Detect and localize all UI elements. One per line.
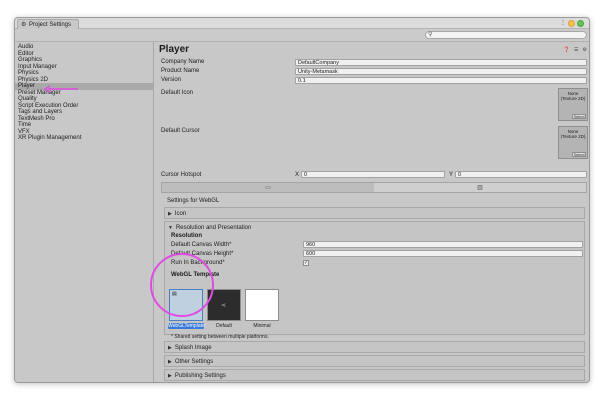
settings-for-webgl: Settings for WebGL — [167, 198, 220, 204]
product-name-label: Product Name — [161, 68, 200, 74]
default-cursor-select-button[interactable]: Select — [572, 152, 586, 157]
default-cursor-slot-text: None (Texture 2D) — [560, 129, 586, 139]
foldout-arrow-icon: ▶ — [168, 210, 172, 217]
resolution-foldout-label: Resolution and Presentation — [175, 224, 252, 231]
publishing-settings-foldout[interactable]: ▶ Publishing Settings — [164, 369, 585, 381]
monitor-icon: ▭ — [265, 185, 271, 191]
foldout-arrow-down-icon: ▼ — [168, 224, 173, 231]
hotspot-y-label: Y — [449, 172, 454, 178]
preset-icon[interactable]: ☰ — [574, 47, 578, 53]
sidebar-item-xr-plugin-management[interactable]: XR Plugin Management — [15, 135, 153, 142]
template-default-thumbnail[interactable]: ⋖ — [207, 289, 241, 321]
default-icon-row: Default Icon — [161, 89, 281, 97]
gear-icon: ⚙ — [21, 21, 27, 28]
product-name-row: Product Name — [161, 67, 281, 75]
default-icon-slot-text: None (Texture 2D) — [560, 91, 586, 101]
search-toolbar: ⚲ — [15, 29, 589, 42]
canvas-width-field[interactable]: 960 — [303, 241, 583, 248]
search-input[interactable] — [432, 32, 583, 38]
hotspot-x-label: X — [295, 172, 300, 178]
settings-sidebar: Audio Editor Graphics Input Manager Phys… — [15, 42, 154, 382]
version-field[interactable]: 0.1 — [295, 77, 587, 84]
player-settings-panel: Player ❓ ☰ ⚙ Company Name DefaultCompany… — [155, 42, 589, 382]
hotspot-x-field[interactable]: 0 — [301, 171, 445, 178]
tab-label: Project Settings — [29, 21, 72, 28]
foldout-arrow-icon: ▶ — [168, 344, 172, 351]
other-settings-foldout[interactable]: ▶ Other Settings — [164, 355, 585, 367]
splash-image-label: Splash Image — [174, 344, 212, 351]
run-in-background-checkbox[interactable]: ✓ — [303, 260, 309, 266]
hotspot-y-field[interactable]: 0 — [455, 171, 587, 178]
version-label: Version — [161, 77, 182, 83]
company-name-row: Company Name — [161, 58, 281, 66]
minimize-button[interactable] — [568, 20, 575, 27]
tab-webgl[interactable]: ▥ — [374, 183, 586, 192]
company-name-field[interactable]: DefaultCompany — [295, 59, 587, 66]
foldout-arrow-icon: ▶ — [168, 372, 172, 379]
icon-foldout-label: Icon — [174, 210, 187, 217]
project-settings-tab[interactable]: ⚙ Project Settings — [17, 19, 79, 29]
title-bar: ⚙ Project Settings ⋮ — [15, 18, 589, 29]
other-settings-label: Other Settings — [174, 358, 214, 365]
webgl-icon: ▥ — [477, 185, 483, 191]
company-name-label: Company Name — [161, 59, 205, 65]
cursor-hotspot-row: Cursor Hotspot — [161, 171, 281, 179]
project-settings-window: ⚙ Project Settings ⋮ ⚲ Audio Editor Grap… — [14, 17, 590, 383]
version-row: Version — [161, 76, 281, 84]
help-icon[interactable]: ❓ — [564, 47, 570, 53]
template-minimal-label[interactable]: Minimal — [244, 323, 280, 329]
default-cursor-label: Default Cursor — [161, 128, 200, 134]
resolution-subheading: Resolution — [171, 233, 202, 239]
template-minimal-thumbnail[interactable] — [245, 289, 279, 321]
run-in-background-label: Run In Background* — [171, 260, 225, 266]
default-cursor-row: Default Cursor — [161, 127, 281, 135]
page-title: Player — [159, 44, 190, 55]
canvas-width-label: Default Canvas Width* — [171, 242, 232, 248]
maximize-button[interactable] — [577, 20, 584, 27]
default-icon-label: Default Icon — [161, 90, 194, 96]
splash-image-foldout[interactable]: ▶ Splash Image — [164, 341, 585, 353]
header-icons: ❓ ☰ ⚙ — [564, 47, 587, 53]
template-file-icon: ▤ — [172, 291, 177, 297]
webgl-template-label: WebGL Template — [171, 272, 220, 278]
publishing-settings-label: Publishing Settings — [174, 372, 226, 379]
product-name-field[interactable]: Unity-Metamask — [295, 68, 587, 75]
canvas-height-label: Default Canvas Height* — [171, 251, 234, 257]
template-webgltemplate-label[interactable]: WebGLTemplate — [168, 323, 205, 329]
tab-standalone[interactable]: ▭ — [162, 183, 374, 192]
foldout-arrow-icon: ▶ — [168, 358, 172, 365]
template-default-label[interactable]: Default — [206, 323, 242, 329]
settings-icon[interactable]: ⚙ — [583, 47, 587, 53]
search-box[interactable]: ⚲ — [425, 31, 587, 39]
cursor-hotspot-label: Cursor Hotspot — [161, 172, 202, 178]
resolution-foldout-header[interactable]: ▼ Resolution and Presentation — [165, 222, 584, 233]
default-cursor-slot[interactable]: None (Texture 2D) Select — [558, 126, 588, 159]
canvas-height-field[interactable]: 600 — [303, 250, 583, 257]
more-options-icon[interactable]: ⋮ — [560, 20, 566, 26]
default-icon-slot[interactable]: None (Texture 2D) Select — [558, 88, 588, 121]
default-icon-select-button[interactable]: Select — [572, 114, 586, 119]
share-icon: ⋖ — [221, 303, 227, 309]
template-webgltemplate-thumbnail[interactable]: ▤ — [169, 289, 203, 321]
icon-foldout[interactable]: ▶ Icon — [164, 207, 585, 219]
platform-tabs: ▭ ▥ — [161, 182, 587, 193]
shared-setting-note: * Shared setting between multiple platfo… — [171, 334, 269, 340]
